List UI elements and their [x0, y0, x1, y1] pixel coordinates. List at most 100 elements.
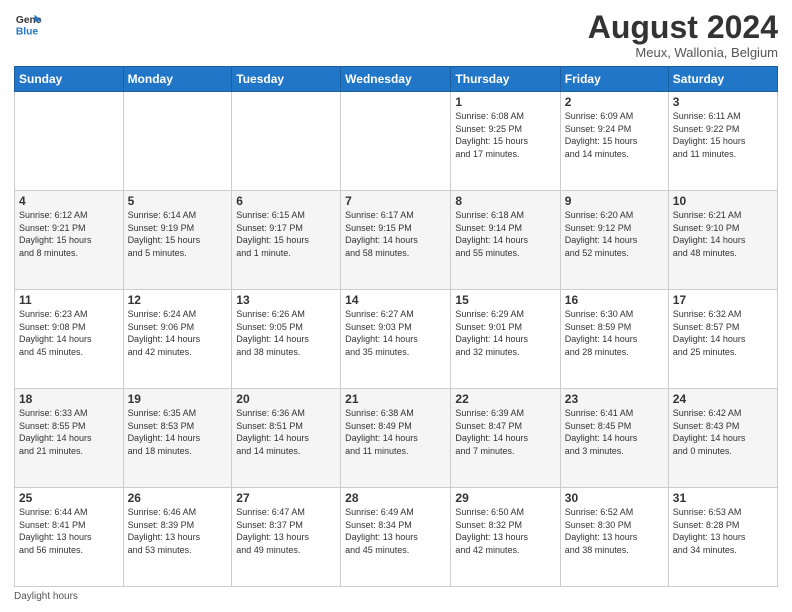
calendar-cell: 7Sunrise: 6:17 AM Sunset: 9:15 PM Daylig…: [341, 191, 451, 290]
calendar-cell: 29Sunrise: 6:50 AM Sunset: 8:32 PM Dayli…: [451, 488, 560, 587]
calendar-cell: 10Sunrise: 6:21 AM Sunset: 9:10 PM Dayli…: [668, 191, 777, 290]
calendar-cell: 27Sunrise: 6:47 AM Sunset: 8:37 PM Dayli…: [232, 488, 341, 587]
day-info: Sunrise: 6:12 AM Sunset: 9:21 PM Dayligh…: [19, 209, 119, 259]
column-header-tuesday: Tuesday: [232, 67, 341, 92]
day-number: 10: [673, 194, 773, 208]
day-number: 15: [455, 293, 555, 307]
day-number: 12: [128, 293, 228, 307]
calendar-week-1: 1Sunrise: 6:08 AM Sunset: 9:25 PM Daylig…: [15, 92, 778, 191]
calendar-cell: 22Sunrise: 6:39 AM Sunset: 8:47 PM Dayli…: [451, 389, 560, 488]
day-info: Sunrise: 6:42 AM Sunset: 8:43 PM Dayligh…: [673, 407, 773, 457]
calendar-cell: 11Sunrise: 6:23 AM Sunset: 9:08 PM Dayli…: [15, 290, 124, 389]
day-info: Sunrise: 6:39 AM Sunset: 8:47 PM Dayligh…: [455, 407, 555, 457]
day-number: 11: [19, 293, 119, 307]
day-info: Sunrise: 6:36 AM Sunset: 8:51 PM Dayligh…: [236, 407, 336, 457]
day-number: 9: [565, 194, 664, 208]
calendar-cell: 3Sunrise: 6:11 AM Sunset: 9:22 PM Daylig…: [668, 92, 777, 191]
calendar-cell: 19Sunrise: 6:35 AM Sunset: 8:53 PM Dayli…: [123, 389, 232, 488]
day-number: 16: [565, 293, 664, 307]
day-info: Sunrise: 6:21 AM Sunset: 9:10 PM Dayligh…: [673, 209, 773, 259]
day-number: 4: [19, 194, 119, 208]
calendar-cell: 31Sunrise: 6:53 AM Sunset: 8:28 PM Dayli…: [668, 488, 777, 587]
day-info: Sunrise: 6:47 AM Sunset: 8:37 PM Dayligh…: [236, 506, 336, 556]
day-number: 6: [236, 194, 336, 208]
day-number: 5: [128, 194, 228, 208]
calendar-cell: 13Sunrise: 6:26 AM Sunset: 9:05 PM Dayli…: [232, 290, 341, 389]
day-number: 26: [128, 491, 228, 505]
calendar-cell: 14Sunrise: 6:27 AM Sunset: 9:03 PM Dayli…: [341, 290, 451, 389]
day-number: 18: [19, 392, 119, 406]
calendar-cell: 15Sunrise: 6:29 AM Sunset: 9:01 PM Dayli…: [451, 290, 560, 389]
day-number: 7: [345, 194, 446, 208]
month-title: August 2024: [588, 10, 778, 45]
calendar-cell: 12Sunrise: 6:24 AM Sunset: 9:06 PM Dayli…: [123, 290, 232, 389]
svg-text:Blue: Blue: [16, 26, 39, 37]
day-number: 13: [236, 293, 336, 307]
day-info: Sunrise: 6:17 AM Sunset: 9:15 PM Dayligh…: [345, 209, 446, 259]
calendar-cell: 18Sunrise: 6:33 AM Sunset: 8:55 PM Dayli…: [15, 389, 124, 488]
day-info: Sunrise: 6:53 AM Sunset: 8:28 PM Dayligh…: [673, 506, 773, 556]
day-info: Sunrise: 6:08 AM Sunset: 9:25 PM Dayligh…: [455, 110, 555, 160]
day-info: Sunrise: 6:44 AM Sunset: 8:41 PM Dayligh…: [19, 506, 119, 556]
calendar-cell: 26Sunrise: 6:46 AM Sunset: 8:39 PM Dayli…: [123, 488, 232, 587]
day-number: 27: [236, 491, 336, 505]
calendar-cell: 1Sunrise: 6:08 AM Sunset: 9:25 PM Daylig…: [451, 92, 560, 191]
day-info: Sunrise: 6:11 AM Sunset: 9:22 PM Dayligh…: [673, 110, 773, 160]
day-info: Sunrise: 6:41 AM Sunset: 8:45 PM Dayligh…: [565, 407, 664, 457]
calendar-cell: 21Sunrise: 6:38 AM Sunset: 8:49 PM Dayli…: [341, 389, 451, 488]
logo-icon: General Blue: [14, 10, 42, 38]
day-number: 31: [673, 491, 773, 505]
calendar-cell: 23Sunrise: 6:41 AM Sunset: 8:45 PM Dayli…: [560, 389, 668, 488]
day-info: Sunrise: 6:50 AM Sunset: 8:32 PM Dayligh…: [455, 506, 555, 556]
column-header-thursday: Thursday: [451, 67, 560, 92]
calendar-cell: 2Sunrise: 6:09 AM Sunset: 9:24 PM Daylig…: [560, 92, 668, 191]
calendar: SundayMondayTuesdayWednesdayThursdayFrid…: [14, 66, 778, 587]
day-info: Sunrise: 6:18 AM Sunset: 9:14 PM Dayligh…: [455, 209, 555, 259]
day-info: Sunrise: 6:38 AM Sunset: 8:49 PM Dayligh…: [345, 407, 446, 457]
footer-label: Daylight hours: [14, 591, 78, 602]
day-number: 21: [345, 392, 446, 406]
day-number: 25: [19, 491, 119, 505]
day-info: Sunrise: 6:29 AM Sunset: 9:01 PM Dayligh…: [455, 308, 555, 358]
column-header-saturday: Saturday: [668, 67, 777, 92]
day-info: Sunrise: 6:23 AM Sunset: 9:08 PM Dayligh…: [19, 308, 119, 358]
calendar-cell: [341, 92, 451, 191]
column-header-friday: Friday: [560, 67, 668, 92]
calendar-cell: 5Sunrise: 6:14 AM Sunset: 9:19 PM Daylig…: [123, 191, 232, 290]
day-number: 1: [455, 95, 555, 109]
page: General Blue August 2024 Meux, Wallonia,…: [0, 0, 792, 612]
calendar-week-5: 25Sunrise: 6:44 AM Sunset: 8:41 PM Dayli…: [15, 488, 778, 587]
day-info: Sunrise: 6:32 AM Sunset: 8:57 PM Dayligh…: [673, 308, 773, 358]
day-info: Sunrise: 6:27 AM Sunset: 9:03 PM Dayligh…: [345, 308, 446, 358]
header: General Blue August 2024 Meux, Wallonia,…: [14, 10, 778, 60]
calendar-cell: 20Sunrise: 6:36 AM Sunset: 8:51 PM Dayli…: [232, 389, 341, 488]
location-subtitle: Meux, Wallonia, Belgium: [588, 45, 778, 60]
calendar-week-4: 18Sunrise: 6:33 AM Sunset: 8:55 PM Dayli…: [15, 389, 778, 488]
column-header-wednesday: Wednesday: [341, 67, 451, 92]
day-number: 22: [455, 392, 555, 406]
calendar-cell: 6Sunrise: 6:15 AM Sunset: 9:17 PM Daylig…: [232, 191, 341, 290]
day-number: 19: [128, 392, 228, 406]
logo: General Blue: [14, 10, 42, 38]
day-info: Sunrise: 6:14 AM Sunset: 9:19 PM Dayligh…: [128, 209, 228, 259]
day-info: Sunrise: 6:33 AM Sunset: 8:55 PM Dayligh…: [19, 407, 119, 457]
calendar-cell: 8Sunrise: 6:18 AM Sunset: 9:14 PM Daylig…: [451, 191, 560, 290]
calendar-header-row: SundayMondayTuesdayWednesdayThursdayFrid…: [15, 67, 778, 92]
calendar-cell: 16Sunrise: 6:30 AM Sunset: 8:59 PM Dayli…: [560, 290, 668, 389]
day-info: Sunrise: 6:15 AM Sunset: 9:17 PM Dayligh…: [236, 209, 336, 259]
footer: Daylight hours: [14, 591, 778, 602]
day-number: 20: [236, 392, 336, 406]
day-info: Sunrise: 6:20 AM Sunset: 9:12 PM Dayligh…: [565, 209, 664, 259]
day-number: 28: [345, 491, 446, 505]
calendar-cell: 17Sunrise: 6:32 AM Sunset: 8:57 PM Dayli…: [668, 290, 777, 389]
calendar-cell: 4Sunrise: 6:12 AM Sunset: 9:21 PM Daylig…: [15, 191, 124, 290]
day-info: Sunrise: 6:24 AM Sunset: 9:06 PM Dayligh…: [128, 308, 228, 358]
calendar-week-3: 11Sunrise: 6:23 AM Sunset: 9:08 PM Dayli…: [15, 290, 778, 389]
day-number: 30: [565, 491, 664, 505]
day-number: 3: [673, 95, 773, 109]
calendar-cell: [232, 92, 341, 191]
column-header-sunday: Sunday: [15, 67, 124, 92]
calendar-cell: 24Sunrise: 6:42 AM Sunset: 8:43 PM Dayli…: [668, 389, 777, 488]
calendar-cell: 28Sunrise: 6:49 AM Sunset: 8:34 PM Dayli…: [341, 488, 451, 587]
day-number: 2: [565, 95, 664, 109]
